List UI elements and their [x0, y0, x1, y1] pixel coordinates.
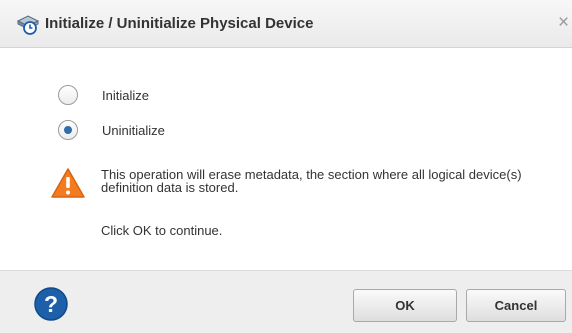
physical-device-icon	[16, 15, 40, 35]
dialog-content: Initialize Uninitialize This operation w…	[0, 49, 572, 270]
cancel-button[interactable]: Cancel	[466, 289, 566, 322]
close-icon[interactable]: ×	[558, 12, 569, 34]
ok-button[interactable]: OK	[353, 289, 457, 322]
radio-uninitialize[interactable]	[58, 120, 78, 140]
radio-option-uninitialize[interactable]: Uninitialize	[58, 119, 165, 141]
radio-initialize[interactable]	[58, 85, 78, 105]
warning-icon	[51, 168, 85, 198]
radio-initialize-label[interactable]: Initialize	[102, 88, 149, 103]
svg-text:?: ?	[44, 291, 58, 317]
dialog-title: Initialize / Uninitialize Physical Devic…	[45, 15, 314, 32]
initialize-dialog: Initialize / Uninitialize Physical Devic…	[0, 0, 572, 333]
continue-instruction: Click OK to continue.	[101, 223, 223, 238]
dialog-titlebar[interactable]: Initialize / Uninitialize Physical Devic…	[0, 0, 572, 48]
help-icon[interactable]: ?	[33, 286, 69, 322]
warning-message: This operation will erase metadata, the …	[101, 167, 522, 195]
radio-option-initialize[interactable]: Initialize	[58, 84, 149, 106]
radio-uninitialize-label[interactable]: Uninitialize	[102, 123, 165, 138]
dialog-footer: ? OK Cancel	[0, 270, 572, 333]
